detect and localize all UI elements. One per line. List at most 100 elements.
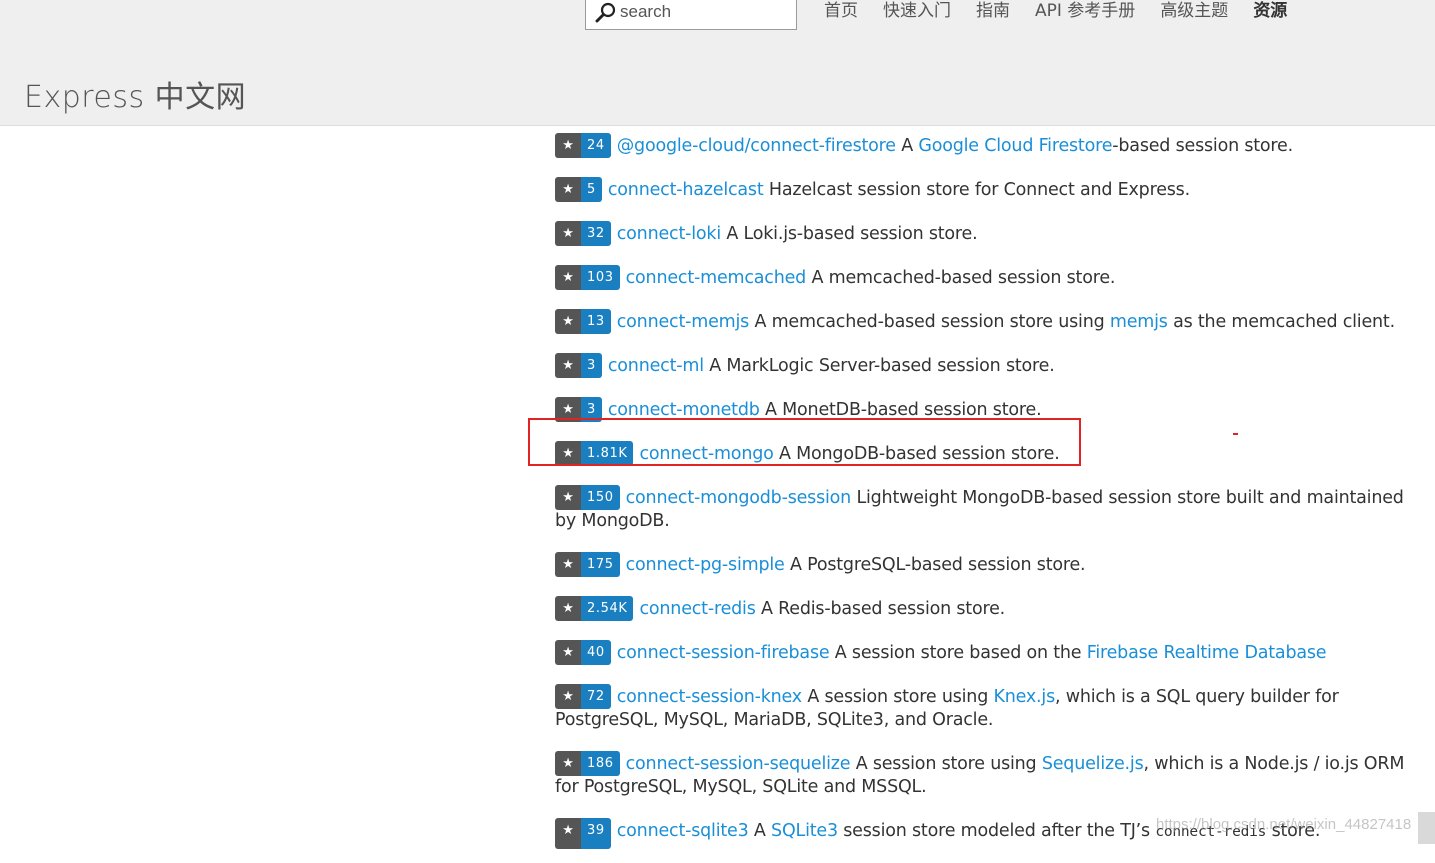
description-text: -based session store.	[1112, 136, 1293, 156]
description-text: A	[895, 136, 919, 156]
star-badge[interactable]: ★ 72	[555, 684, 611, 709]
star-count: 186	[581, 751, 620, 776]
star-badge[interactable]: ★ 175	[555, 552, 620, 577]
star-count: 24	[581, 133, 611, 158]
search-icon	[595, 2, 616, 23]
main-nav: 首页 快速入门 指南 API 参考手册 高级主题 资源	[824, 0, 1287, 26]
star-icon: ★	[555, 684, 581, 709]
star-badge[interactable]: ★ 103	[555, 265, 620, 290]
package-link[interactable]: connect-redis	[639, 599, 755, 619]
star-badge[interactable]: ★ 40	[555, 640, 611, 665]
description-text: session store modeled after the TJ’s	[837, 821, 1156, 841]
star-icon: ★	[555, 552, 581, 577]
list-item: ★ 103 connect-memcached A memcached-based …	[555, 265, 1415, 290]
nav-getting-started[interactable]: 快速入门	[883, 0, 951, 26]
package-link[interactable]: connect-loki	[617, 224, 721, 244]
search-input[interactable]	[620, 0, 790, 24]
star-icon: ★	[555, 596, 581, 621]
description-text: as the memcached client.	[1167, 312, 1395, 332]
star-icon: ★	[555, 221, 581, 246]
search-box[interactable]	[585, 0, 797, 30]
star-count: 2.54K	[581, 596, 634, 621]
watermark: https://blog.csdn.net/weixin_44827418	[1156, 816, 1412, 833]
star-badge[interactable]: ★ 150	[555, 485, 620, 510]
inline-link[interactable]: SQLite3	[771, 821, 838, 841]
list-item: ★ 13 connect-memjs A memcached-based sessi…	[555, 309, 1415, 334]
package-link[interactable]: connect-monetdb	[608, 400, 760, 420]
package-link[interactable]: connect-sqlite3	[617, 821, 749, 841]
nav-api-reference[interactable]: API 参考手册	[1035, 0, 1135, 26]
nav-home[interactable]: 首页	[824, 0, 858, 26]
package-link[interactable]: connect-pg-simple	[626, 555, 785, 575]
package-link[interactable]: connect-hazelcast	[608, 180, 764, 200]
star-icon: ★	[555, 485, 581, 510]
star-badge[interactable]: ★ 13	[555, 309, 611, 334]
star-count: 3	[581, 353, 602, 378]
star-badge[interactable]: ★ 186	[555, 751, 620, 776]
list-item: ★ 5 connect-hazelcast Hazelcast session st…	[555, 177, 1415, 202]
list-item: ★ 40 connect-session-firebase A session st…	[555, 640, 1415, 665]
package-link[interactable]: connect-session-sequelize	[626, 754, 851, 774]
star-icon: ★	[555, 177, 581, 202]
description-text: A MonetDB-based session store.	[759, 400, 1042, 420]
list-item: ★ 32 connect-loki A Loki.js-based session …	[555, 221, 1415, 246]
nav-guide[interactable]: 指南	[976, 0, 1010, 26]
package-link[interactable]: connect-session-knex	[617, 687, 802, 707]
description-text: A session store based on the	[829, 643, 1087, 663]
list-item: ★ 3 connect-ml A MarkLogic Server-based se…	[555, 353, 1415, 378]
session-store-list: ★ 24 @google-cloud/connect-firestore A Goo…	[555, 133, 1415, 863]
star-icon: ★	[555, 353, 581, 378]
star-count: 5	[581, 177, 602, 202]
package-link[interactable]: connect-ml	[608, 356, 704, 376]
star-icon: ★	[555, 133, 581, 158]
list-item: ★ 2.54K connect-redis A Redis-based sessio…	[555, 596, 1415, 621]
package-link[interactable]: connect-mongodb-session	[626, 488, 852, 508]
star-icon: ★	[555, 751, 581, 776]
description-text: A session store using	[850, 754, 1042, 774]
list-item: ★ 175 connect-pg-simple A PostgreSQL-based…	[555, 552, 1415, 577]
package-link[interactable]: connect-memcached	[626, 268, 807, 288]
star-count: 103	[581, 265, 620, 290]
package-link[interactable]: connect-session-firebase	[617, 643, 830, 663]
description-text: A session store using	[801, 687, 994, 707]
star-badge[interactable]: ★ 32	[555, 221, 611, 246]
description-text: Hazelcast session store for Connect and …	[763, 180, 1190, 200]
inline-link[interactable]: Firebase Realtime Database	[1087, 643, 1327, 663]
star-count: 150	[581, 485, 620, 510]
list-item: ★ 150 connect-mongodb-session Lightweight …	[555, 485, 1415, 533]
description-text: A MarkLogic Server-based session store.	[703, 356, 1055, 376]
annotation-mark	[1233, 433, 1238, 435]
inline-link[interactable]: Knex.js	[993, 687, 1055, 707]
star-count: 13	[581, 309, 611, 334]
star-count: 40	[581, 640, 611, 665]
nav-advanced-topics[interactable]: 高级主题	[1160, 0, 1228, 26]
star-count: 32	[581, 221, 611, 246]
star-icon: ★	[555, 640, 581, 665]
inline-link[interactable]: Sequelize.js	[1042, 754, 1144, 774]
description-text: A Loki.js-based session store.	[721, 224, 978, 244]
highlight-annotation	[528, 418, 1081, 466]
package-link[interactable]: @google-cloud/connect-firestore	[617, 136, 896, 156]
star-badge[interactable]: ★ 2.54K	[555, 596, 634, 621]
list-item: ★ 24 @google-cloud/connect-firestore A Goo…	[555, 133, 1415, 158]
star-badge[interactable]: ★ 24	[555, 133, 611, 158]
description-text: A Redis-based session store.	[755, 599, 1006, 619]
list-item: ★ 186 connect-session-sequelize A session …	[555, 751, 1415, 799]
site-brand[interactable]: Express 中文网	[24, 72, 246, 116]
scroll-corner[interactable]	[1418, 812, 1435, 844]
description-text: A PostgreSQL-based session store.	[784, 555, 1086, 575]
package-link[interactable]: connect-memjs	[617, 312, 750, 332]
site-header: 首页 快速入门 指南 API 参考手册 高级主题 资源 Express 中文网	[0, 0, 1435, 126]
star-badge[interactable]: ★ 5	[555, 177, 602, 202]
star-badge-partial	[555, 837, 611, 849]
inline-link[interactable]: memjs	[1110, 312, 1168, 332]
star-count: 175	[581, 552, 620, 577]
star-icon: ★	[555, 309, 581, 334]
inline-link[interactable]: Google Cloud Firestore	[918, 136, 1112, 156]
star-badge[interactable]: ★ 3	[555, 353, 602, 378]
star-count: 72	[581, 684, 611, 709]
nav-resources[interactable]: 资源	[1253, 0, 1287, 26]
list-item: ★ 72 connect-session-knex A session store …	[555, 684, 1415, 732]
star-icon: ★	[555, 265, 581, 290]
description-text: A memcached-based session store using	[749, 312, 1110, 332]
